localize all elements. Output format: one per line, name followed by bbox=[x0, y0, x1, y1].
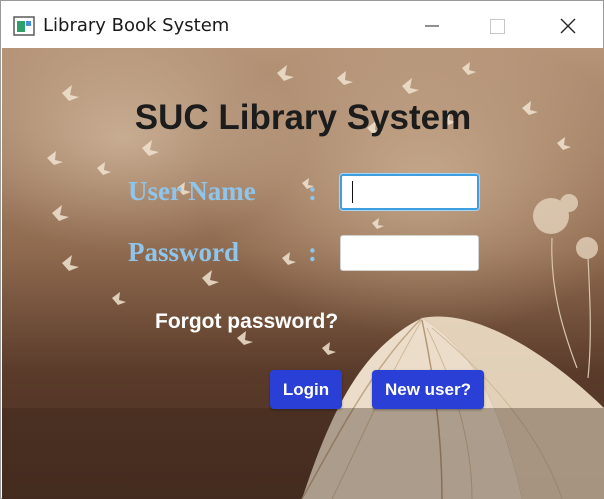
login-button[interactable]: Login bbox=[270, 370, 342, 409]
maximize-icon bbox=[490, 19, 505, 34]
username-input[interactable] bbox=[340, 174, 479, 210]
page-title: SUC Library System bbox=[134, 98, 472, 137]
app-window: Library Book System SUC Library System U… bbox=[0, 0, 604, 499]
minimize-button[interactable] bbox=[409, 1, 455, 48]
username-colon: : bbox=[308, 176, 317, 206]
app-icon bbox=[13, 16, 35, 36]
username-label: User Name bbox=[128, 176, 256, 206]
forgot-password-link[interactable]: Forgot password? bbox=[155, 310, 338, 334]
password-colon: : bbox=[308, 237, 317, 267]
new-user-button[interactable]: New user? bbox=[372, 370, 484, 409]
text-caret bbox=[352, 181, 353, 203]
password-label: Password bbox=[128, 237, 240, 267]
login-panel: SUC Library System User Name : Password … bbox=[2, 48, 604, 499]
password-input[interactable] bbox=[340, 235, 479, 271]
close-button[interactable] bbox=[545, 1, 591, 48]
minimize-icon bbox=[425, 25, 439, 27]
close-icon bbox=[560, 18, 576, 34]
title-bar[interactable]: Library Book System bbox=[1, 1, 603, 48]
maximize-button[interactable] bbox=[474, 1, 520, 48]
window-title: Library Book System bbox=[43, 15, 230, 36]
